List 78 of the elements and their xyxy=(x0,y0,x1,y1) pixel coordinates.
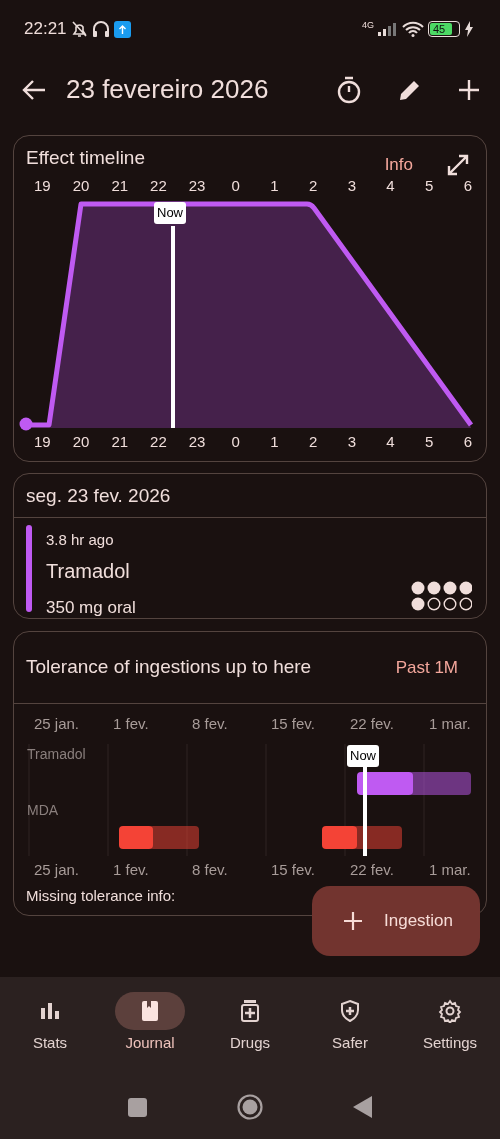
stopwatch-icon[interactable] xyxy=(336,76,362,104)
signal-icon xyxy=(378,22,398,36)
axis-label: 0 xyxy=(230,176,241,196)
nav-tab[interactable]: Drugs xyxy=(200,977,300,1075)
nav-tab[interactable]: Stats xyxy=(0,977,100,1075)
axis-label: 1 xyxy=(269,432,280,452)
nav-tab[interactable]: Journal xyxy=(100,977,200,1075)
axis-label: 21 xyxy=(110,432,130,452)
charging-icon xyxy=(464,21,474,37)
row-label: MDA xyxy=(27,801,59,820)
ingestion-row[interactable]: 3.8 hr ago Tramadol 350 mg oral xyxy=(14,518,486,618)
network-type: 4G xyxy=(362,19,374,32)
axis-label: 22 fev. xyxy=(350,860,395,880)
axis-label: 1 xyxy=(269,176,280,196)
substance-name: Tramadol xyxy=(46,558,130,584)
axis-label: 0 xyxy=(230,432,241,452)
medicine-jar-icon xyxy=(238,999,262,1023)
axis-label: 19 xyxy=(33,432,52,452)
missing-tolerance-text: Missing tolerance info: xyxy=(26,886,176,906)
axis-label: 5 xyxy=(424,432,435,452)
axis-label: 5 xyxy=(424,176,435,196)
axis-label: 3 xyxy=(346,176,357,196)
day-date: seg. 23 fev. 2026 xyxy=(26,485,171,506)
add-ingestion-button[interactable]: Ingestion xyxy=(312,886,480,956)
nav-tab[interactable]: Safer xyxy=(300,977,400,1075)
axis-label: 23 xyxy=(187,432,207,452)
back-icon[interactable] xyxy=(353,1096,372,1118)
info-link[interactable]: Info xyxy=(384,155,413,177)
home-icon[interactable] xyxy=(237,1094,263,1120)
axis-label: 8 fev. xyxy=(192,714,229,734)
axis-label: 25 jan. xyxy=(34,860,81,880)
add-icon[interactable] xyxy=(458,79,480,101)
recents-icon[interactable] xyxy=(128,1097,147,1117)
axis-label: 6 xyxy=(462,176,474,196)
axis-label: 25 jan. xyxy=(34,714,81,734)
pencil-icon[interactable] xyxy=(398,78,422,102)
nav-tab[interactable]: Settings xyxy=(400,977,500,1075)
page-title: 23 fevereiro 2026 xyxy=(66,74,269,106)
axis-label: 1 fev. xyxy=(113,860,150,880)
axis-label: 1 fev. xyxy=(113,714,150,734)
axis-label: 1 mar. xyxy=(429,860,472,880)
axis-label: 4 xyxy=(385,176,396,196)
range-button[interactable]: Past 1M xyxy=(395,654,458,681)
axis-label: 20 xyxy=(71,176,91,196)
axis-label: 21 xyxy=(110,176,130,196)
plus-icon xyxy=(344,912,362,930)
axis-label: 20 xyxy=(71,432,91,452)
card-title: Effect timeline xyxy=(26,146,145,170)
axis-label: 6 xyxy=(462,432,474,452)
axis-label: 1 mar. xyxy=(429,714,472,734)
axis-label: 22 xyxy=(149,176,168,196)
dose-text: 350 mg oral xyxy=(46,596,136,619)
axis-label: 15 fev. xyxy=(271,860,316,880)
axis-label: 15 fev. xyxy=(271,714,316,734)
expand-icon[interactable] xyxy=(446,153,470,177)
wifi-icon xyxy=(402,21,424,37)
axis-label: 2 xyxy=(308,176,319,196)
settings-icon xyxy=(438,999,462,1023)
time-ago: 3.8 hr ago xyxy=(46,530,114,550)
axis-label: 22 fev. xyxy=(350,714,395,734)
card-title: Tolerance of ingestions up to here xyxy=(26,655,312,680)
axis-label: 8 fev. xyxy=(192,860,229,880)
back-arrow-icon[interactable] xyxy=(22,79,46,101)
axis-label: 4 xyxy=(385,432,396,452)
shield-icon xyxy=(338,999,362,1023)
status-time: 22:21 xyxy=(24,18,67,41)
axis-label: 3 xyxy=(346,432,357,452)
now-marker-label: Now xyxy=(347,745,379,767)
now-marker-label: Now xyxy=(154,202,186,224)
axis-label: 23 xyxy=(187,176,207,196)
axis-label: 22 xyxy=(149,432,168,452)
axis-label: 19 xyxy=(33,176,52,196)
battery-icon: 45 xyxy=(428,21,460,37)
upload-icon xyxy=(113,20,131,38)
bell-off-icon xyxy=(70,20,88,38)
row-label: Tramadol xyxy=(27,745,86,764)
axis-label: 2 xyxy=(308,432,319,452)
headphones-icon xyxy=(91,20,110,38)
